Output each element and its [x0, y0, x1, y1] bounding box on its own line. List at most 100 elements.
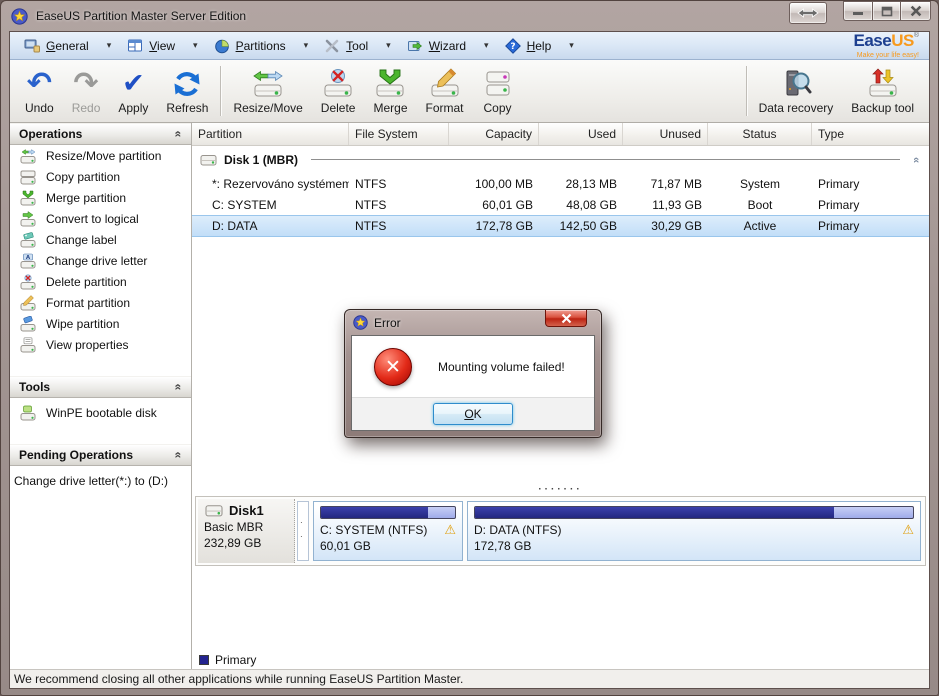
table-row-selected[interactable]: D: DATA NTFS 172,78 GB 142,50 GB 30,29 G… — [192, 215, 929, 237]
sidebar: Operations « Resize/Move partition Copy … — [10, 123, 192, 669]
cell-type: Primary — [812, 219, 929, 233]
view-properties-mini-icon — [20, 337, 36, 353]
undo-button[interactable]: ↶ Undo — [16, 62, 63, 120]
cell-unused: 71,87 MB — [623, 177, 708, 191]
sidebar-item-resize-move-partition[interactable]: Resize/Move partition — [10, 145, 191, 166]
sidebar-item-wipe-partition[interactable]: Wipe partition — [10, 313, 191, 334]
delete-label: Delete — [321, 101, 356, 115]
redo-button[interactable]: ↷ Redo — [63, 62, 110, 120]
window-close-button[interactable] — [900, 1, 931, 21]
dialog-close-button[interactable] — [545, 310, 587, 327]
format-button[interactable]: Format — [417, 62, 473, 120]
menu-label: Wizard — [429, 39, 466, 53]
table-row[interactable]: *: Rezervováno systémem NTFS 100,00 MB 2… — [192, 173, 929, 194]
app-window: EaseUS Partition Master Server Edition G… — [0, 0, 939, 696]
window-minimize-button[interactable] — [843, 1, 872, 21]
delete-button[interactable]: Delete — [312, 62, 365, 120]
partition-label: · — [300, 516, 306, 530]
collapse-chevron-icon: « — [910, 156, 922, 162]
tools-title: Tools — [19, 380, 50, 394]
operations-panel-header[interactable]: Operations « — [10, 123, 191, 145]
close-icon — [910, 5, 922, 17]
toolbar: ↶ Undo ↷ Redo ✔ Apply Refresh — [10, 60, 929, 123]
panel-splitter-handle[interactable]: ······· — [192, 482, 929, 496]
column-header-type: Type — [812, 123, 929, 145]
sidebar-item-change-label[interactable]: Change label — [10, 229, 191, 250]
sidebar-item-change-drive-letter[interactable]: A Change drive letter — [10, 250, 191, 271]
menu-label: Partitions — [236, 39, 286, 53]
data-recovery-button[interactable]: Data recovery — [750, 62, 843, 120]
menu-label: View — [149, 39, 175, 53]
window-resize-button[interactable] — [789, 2, 827, 24]
backup-tool-button[interactable]: Backup tool — [842, 62, 923, 120]
tools-panel-header[interactable]: Tools « — [10, 376, 191, 398]
collapse-chevron-icon: « — [172, 384, 186, 391]
pending-operations-panel-header[interactable]: Pending Operations « — [10, 444, 191, 466]
sidebar-item-label: Resize/Move partition — [46, 149, 161, 163]
sidebar-item-copy-partition[interactable]: Copy partition — [10, 166, 191, 187]
sidebar-item-view-properties[interactable]: View properties — [10, 334, 191, 355]
menu-wizard[interactable]: Wizard ▾ — [399, 36, 497, 56]
disk-map: Disk1 Basic MBR 232,89 GB · · C: SYSTEM … — [195, 496, 926, 566]
menu-partitions[interactable]: Partitions ▾ — [206, 36, 317, 56]
winpe-mini-icon — [20, 405, 36, 421]
cell-type: Primary — [812, 177, 929, 191]
ok-button[interactable]: OK — [433, 403, 513, 425]
cell-status: Active — [708, 219, 812, 233]
refresh-button[interactable]: Refresh — [157, 62, 217, 120]
merge-button[interactable]: Merge — [364, 62, 416, 120]
usage-fill — [321, 507, 428, 518]
refresh-label: Refresh — [166, 101, 208, 115]
toolbar-right-group: Data recovery Backup tool — [743, 62, 923, 120]
resize-arrows-icon — [797, 7, 819, 19]
copy-button[interactable]: Copy — [473, 62, 523, 120]
menu-view[interactable]: View ▾ — [119, 36, 205, 56]
backup-tool-label: Backup tool — [851, 101, 914, 115]
disk-group-row[interactable]: Disk 1 (MBR) « — [192, 146, 929, 173]
table-row[interactable]: C: SYSTEM NTFS 60,01 GB 48,08 GB 11,93 G… — [192, 194, 929, 215]
menu-general[interactable]: General ▾ — [16, 36, 119, 56]
disk-map-partition-d[interactable]: D: DATA (NTFS) ⚠ 172,78 GB — [467, 501, 921, 561]
menu-help[interactable]: ? Help ▾ — [497, 36, 582, 56]
sidebar-item-label: Convert to logical — [46, 212, 139, 226]
sidebar-item-merge-partition[interactable]: Merge partition — [10, 187, 191, 208]
cell-capacity: 60,01 GB — [449, 198, 539, 212]
pending-operation-item[interactable]: Change drive letter(*:) to (D:) — [10, 466, 191, 488]
sidebar-item-convert-to-logical[interactable]: Convert to logical — [10, 208, 191, 229]
cell-type: Primary — [812, 198, 929, 212]
window-titlebar[interactable]: EaseUS Partition Master Server Edition — [1, 1, 938, 31]
cell-used: 28,13 MB — [539, 177, 623, 191]
collapse-chevron-icon: « — [172, 452, 186, 459]
sidebar-item-delete-partition[interactable]: Delete partition — [10, 271, 191, 292]
disk-info-cell[interactable]: Disk1 Basic MBR 232,89 GB — [198, 499, 295, 563]
brand-ease: Ease — [854, 31, 892, 50]
menu-tool[interactable]: Tool ▾ — [316, 36, 399, 56]
window-maximize-button[interactable] — [872, 1, 900, 21]
legend-primary-label: Primary — [215, 653, 256, 667]
menu-label: Help — [527, 39, 552, 53]
sidebar-item-label: View properties — [46, 338, 129, 352]
operations-title: Operations — [19, 127, 82, 141]
resize-move-button[interactable]: Resize/Move — [224, 62, 311, 120]
disk-map-partition-c[interactable]: C: SYSTEM (NTFS) ⚠ 60,01 GB — [313, 501, 463, 561]
warning-icon: ⚠ — [444, 524, 456, 537]
format-mini-icon — [20, 295, 36, 311]
sidebar-item-winpe-bootable-disk[interactable]: WinPE bootable disk — [10, 402, 191, 423]
apply-button[interactable]: ✔ Apply — [109, 62, 157, 120]
cell-unused: 11,93 GB — [623, 198, 708, 212]
partition-size: 172,78 GB — [474, 539, 914, 553]
help-icon: ? — [505, 38, 521, 54]
status-text: We recommend closing all other applicati… — [14, 672, 463, 686]
sidebar-item-label: Change drive letter — [46, 254, 147, 268]
dialog-titlebar[interactable]: Error — [351, 310, 595, 335]
cell-partition: *: Rezervováno systémem — [192, 177, 349, 191]
data-recovery-icon — [780, 68, 812, 100]
close-icon — [561, 313, 572, 324]
column-header-unused: Unused — [623, 123, 708, 145]
partition-size: 60,01 GB — [320, 539, 456, 553]
disk-map-partition-reserved[interactable]: · · — [297, 501, 309, 561]
cell-capacity: 172,78 GB — [449, 219, 539, 233]
sidebar-item-label: Format partition — [46, 296, 130, 310]
sidebar-item-format-partition[interactable]: Format partition — [10, 292, 191, 313]
cell-partition: C: SYSTEM — [192, 198, 349, 212]
